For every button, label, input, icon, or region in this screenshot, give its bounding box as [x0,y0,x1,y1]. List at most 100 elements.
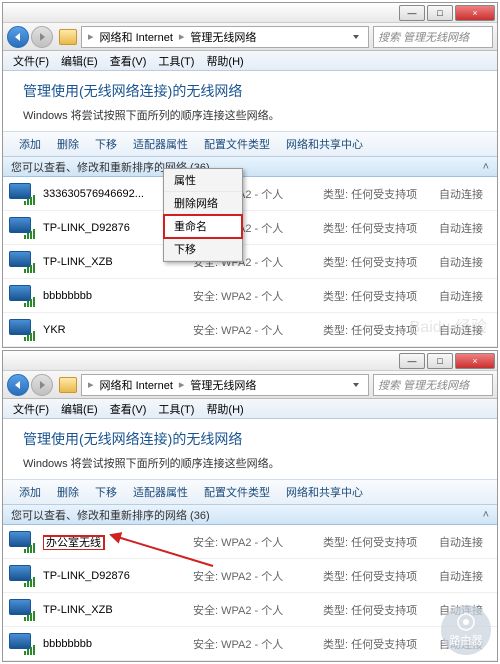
menu-help[interactable]: 帮助(H) [200,53,249,69]
wireless-network-icon [7,597,37,623]
address-bar[interactable]: ▸ 网络和 Internet ▸ 管理无线网络 [81,26,369,48]
network-row[interactable]: TP-LINK_XZB安全: WPA2 - 个人类型: 任何受支持项自动连接 [3,593,497,627]
toolbar-add[interactable]: 添加 [11,136,49,152]
network-security: 安全: WPA2 - 个人 [193,568,323,584]
network-type: 类型: 任何受支持项 [323,602,433,618]
network-type: 类型: 任何受支持项 [323,288,433,304]
breadcrumb-network[interactable]: 网络和 Internet [96,377,177,393]
menu-help[interactable]: 帮助(H) [200,401,249,417]
breadcrumb-manage-wireless[interactable]: 管理无线网络 [186,377,260,393]
network-security: 安全: WPA2 - 个人 [193,602,323,618]
toolbar-remove[interactable]: 删除 [49,136,87,152]
menu-edit[interactable]: 编辑(E) [55,401,104,417]
minimize-button[interactable]: — [399,5,425,21]
search-input[interactable]: 搜索 管理无线网络 [373,374,493,396]
watermark: Baidu 经验 [410,313,487,337]
network-row[interactable]: 办公室无线安全: WPA2 - 个人类型: 任何受支持项自动连接 [3,525,497,559]
toolbar-profile-type[interactable]: 配置文件类型 [196,484,278,500]
title-bar: — □ × [3,351,497,371]
network-auto-connect: 自动连接 [433,288,493,304]
list-group-header[interactable]: 您可以查看、修改和重新排序的网络 (36) [3,505,497,525]
address-bar[interactable]: ▸ 网络和 Internet ▸ 管理无线网络 [81,374,369,396]
chevron-right-icon: ▸ [86,378,96,391]
nav-bar: ▸ 网络和 Internet ▸ 管理无线网络 搜索 管理无线网络 [3,23,497,51]
search-placeholder: 搜索 管理无线网络 [378,29,469,45]
maximize-button[interactable]: □ [427,5,453,21]
network-auto-connect: 自动连接 [433,534,493,550]
wireless-network-icon [7,249,37,275]
network-auto-connect: 自动连接 [433,568,493,584]
toolbar-remove[interactable]: 删除 [49,484,87,500]
maximize-button[interactable]: □ [427,353,453,369]
toolbar-adapter-props[interactable]: 适配器属性 [125,136,196,152]
ctx-delete-network[interactable]: 删除网络 [164,192,242,215]
toolbar: 添加 删除 下移 适配器属性 配置文件类型 网络和共享中心 [3,479,497,505]
minimize-button[interactable]: — [399,353,425,369]
wireless-network-icon [7,283,37,309]
toolbar-profile-type[interactable]: 配置文件类型 [196,136,278,152]
network-row[interactable]: TP-LINK_D92876安全: WPA2 - 个人类型: 任何受支持项自动连… [3,211,497,245]
page-title: 管理使用(无线网络连接)的无线网络 [23,81,477,101]
menu-file[interactable]: 文件(F) [7,401,55,417]
network-security: 安全: WPA2 - 个人 [193,534,323,550]
forward-button[interactable] [31,374,53,396]
menu-view[interactable]: 查看(V) [104,53,153,69]
chevron-right-icon: ▸ [177,378,187,391]
breadcrumb-network[interactable]: 网络和 Internet [96,29,177,45]
forward-button[interactable] [31,26,53,48]
list-group-title: 您可以查看、修改和重新排序的网络 (36) [11,507,210,523]
menu-tools[interactable]: 工具(T) [152,53,200,69]
ctx-properties[interactable]: 属性 [164,169,242,192]
menu-file[interactable]: 文件(F) [7,53,55,69]
title-bar: — □ × [3,3,497,23]
wireless-network-icon [7,631,37,657]
menu-view[interactable]: 查看(V) [104,401,153,417]
chevron-up-icon [483,161,489,173]
breadcrumb-manage-wireless[interactable]: 管理无线网络 [186,29,260,45]
network-auto-connect: 自动连接 [433,186,493,202]
page-title: 管理使用(无线网络连接)的无线网络 [23,429,477,449]
back-button[interactable] [7,374,29,396]
folder-icon [59,29,77,45]
wireless-network-icon [7,529,37,555]
search-placeholder: 搜索 管理无线网络 [378,377,469,393]
ctx-rename[interactable]: 重命名 [164,215,242,238]
network-row[interactable]: bbbbbbbb安全: WPA2 - 个人类型: 任何受支持项自动连接 [3,627,497,661]
context-menu: 属性 删除网络 重命名 下移 [163,168,243,262]
network-row[interactable]: 333630576946692...安全: WPA2 - 个人类型: 任何受支持… [3,177,497,211]
network-row[interactable]: bbbbbbbb安全: WPA2 - 个人类型: 任何受支持项自动连接 [3,279,497,313]
toolbar-movedown[interactable]: 下移 [87,484,125,500]
content-header: 管理使用(无线网络连接)的无线网络 Windows 将尝试按照下面所列的顺序连接… [3,71,497,131]
ctx-move-down[interactable]: 下移 [164,238,242,261]
network-type: 类型: 任何受支持项 [323,254,433,270]
back-button[interactable] [7,26,29,48]
address-dropdown[interactable] [348,27,364,47]
chevron-up-icon [483,509,489,521]
network-name: bbbbbbbb [43,290,193,302]
list-group-header[interactable]: 您可以查看、修改和重新排序的网络 (36) [3,157,497,177]
chevron-right-icon: ▸ [86,30,96,43]
toolbar-adapter-props[interactable]: 适配器属性 [125,484,196,500]
close-button[interactable]: × [455,5,495,21]
search-input[interactable]: 搜索 管理无线网络 [373,26,493,48]
close-button[interactable]: × [455,353,495,369]
toolbar: 添加 删除 下移 适配器属性 配置文件类型 网络和共享中心 [3,131,497,157]
network-auto-connect: 自动连接 [433,220,493,236]
chevron-right-icon: ▸ [177,30,187,43]
network-security: 安全: WPA2 - 个人 [193,288,323,304]
toolbar-network-center[interactable]: 网络和共享中心 [278,136,371,152]
menu-tools[interactable]: 工具(T) [152,401,200,417]
content-header: 管理使用(无线网络连接)的无线网络 Windows 将尝试按照下面所列的顺序连接… [3,419,497,479]
network-type: 类型: 任何受支持项 [323,534,433,550]
menu-edit[interactable]: 编辑(E) [55,53,104,69]
network-name: TP-LINK_D92876 [43,570,193,582]
network-row[interactable]: TP-LINK_XZB安全: WPA2 - 个人类型: 任何受支持项自动连接 [3,245,497,279]
network-name: YKR [43,324,193,336]
network-type: 类型: 任何受支持项 [323,186,433,202]
network-row[interactable]: TP-LINK_D92876安全: WPA2 - 个人类型: 任何受支持项自动连… [3,559,497,593]
address-dropdown[interactable] [348,375,364,395]
toolbar-add[interactable]: 添加 [11,484,49,500]
toolbar-movedown[interactable]: 下移 [87,136,125,152]
network-name: bbbbbbbb [43,638,193,650]
toolbar-network-center[interactable]: 网络和共享中心 [278,484,371,500]
